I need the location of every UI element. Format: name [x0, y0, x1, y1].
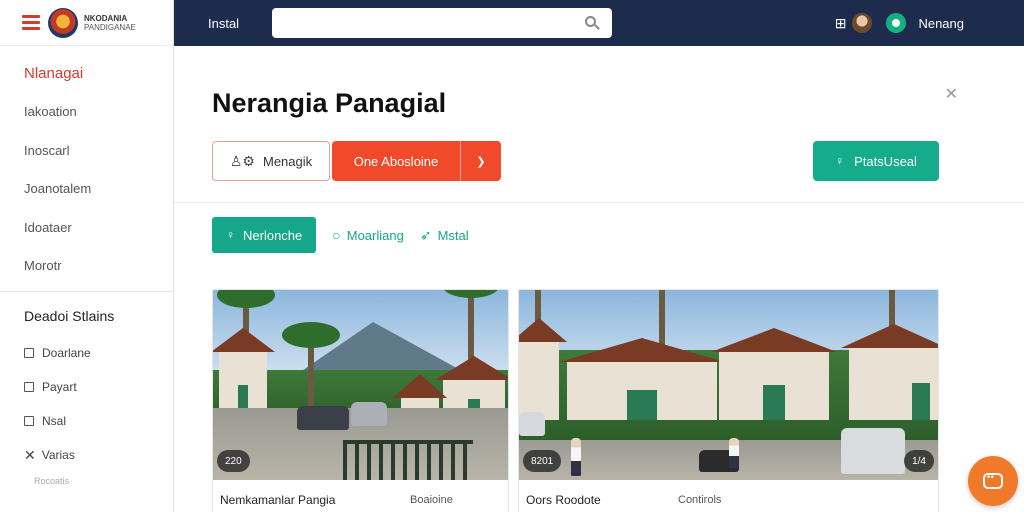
top-header: Instal ⊞ Nenang	[174, 0, 1024, 46]
sidebar-sub-item-label: Payart	[42, 380, 77, 394]
chevron-down-icon[interactable]: ❯	[461, 155, 501, 168]
filter-chip-active[interactable]: ♀ Nerlonche	[212, 217, 317, 253]
sidebar-sub-item-3[interactable]: Nsal	[0, 404, 173, 438]
primary-button-label: One Abosloine	[353, 153, 439, 169]
apps-icon[interactable]: ⊞	[835, 15, 847, 32]
brand-bar: NKODANIA PANDIGANAE	[0, 0, 173, 46]
avatar[interactable]	[852, 13, 873, 33]
x-icon: ✕	[24, 446, 36, 463]
square-icon	[24, 416, 34, 426]
card-footer: Nemkamanlar Pangia Boaioine	[213, 480, 508, 512]
location-icon: ♀	[226, 228, 235, 242]
photo-tag: 8201	[523, 450, 562, 472]
status-icon	[886, 13, 907, 33]
teal-button[interactable]: ♀ PtatsUseal	[813, 141, 939, 181]
close-icon[interactable]: ✕	[945, 84, 958, 104]
page-title: Nerangia Panagial	[212, 88, 447, 118]
sidebar-sub-item-label: Doarlane	[42, 346, 91, 360]
filter-chip-label: Nerlonche	[243, 227, 303, 243]
primary-button[interactable]: One Abosloine ❯	[332, 141, 501, 181]
photo-card-1[interactable]: 220 Nemkamanlar Pangia Boaioine	[212, 289, 509, 512]
header-user-area: ⊞ Nenang	[835, 0, 964, 46]
sidebar: NKODANIA PANDIGANAE Nlanagai Iakoation I…	[0, 0, 174, 512]
users-icon: ♙⚙	[229, 152, 255, 169]
filter-chip-1[interactable]: ○ Moarliang	[332, 227, 404, 243]
filter-bar: ♀ Nerlonche ○ Moarliang ➶ Mstal	[212, 217, 485, 253]
sidebar-footer-text: Rocoatis	[34, 476, 70, 486]
pin-icon: ♀	[835, 154, 845, 168]
sidebar-sub-item-1[interactable]: Doarlane	[0, 336, 173, 370]
main-content: Nerangia Panagial ✕ ♙⚙ Menagik One Abosl…	[174, 46, 1024, 512]
filter-chip-2[interactable]: ➶ Mstal	[420, 227, 469, 244]
brand-name: NKODANIA PANDIGANAE	[84, 13, 136, 32]
sidebar-section-title: Deadoi Stlains	[24, 308, 115, 324]
sidebar-sub-item-label: Varias	[41, 448, 75, 462]
square-icon	[24, 348, 34, 358]
user-name[interactable]: Nenang	[918, 16, 964, 31]
card-meta: Contirols	[678, 494, 722, 506]
filter-chip-label: Moarliang	[346, 227, 404, 243]
sidebar-item-1[interactable]: Nlanagai	[0, 54, 173, 93]
outline-button[interactable]: ♙⚙ Menagik	[212, 141, 330, 181]
card-meta: Boaioine	[410, 494, 453, 506]
sidebar-sub-item-label: Nsal	[42, 414, 67, 428]
pen-icon: ➶	[419, 226, 432, 243]
sidebar-item-2[interactable]: Iakoation	[0, 93, 173, 132]
sidebar-sub-item-2[interactable]: Payart	[0, 370, 173, 404]
filter-chip-label: Mstal	[437, 227, 469, 243]
search-icon[interactable]	[585, 16, 597, 27]
menu-icon[interactable]	[22, 15, 40, 30]
sidebar-item-3[interactable]: Inoscarl	[0, 131, 173, 170]
photo-tag-count: 1/4	[904, 450, 934, 472]
section-divider	[174, 202, 1024, 203]
circle-icon: ○	[332, 227, 341, 243]
outline-button-label: Menagik	[262, 153, 313, 169]
village-photo: 220	[213, 290, 508, 480]
square-icon	[24, 382, 34, 392]
photo-card-2[interactable]: 8201 1/4 Oors Roodote Contirols	[518, 289, 939, 512]
sidebar-sub-item-4[interactable]: ✕ Varias	[0, 438, 173, 472]
search-input[interactable]	[272, 8, 553, 38]
sidebar-item-4[interactable]: Joanotalem	[0, 170, 173, 209]
photo-tag: 220	[217, 450, 250, 472]
card-title: Nemkamanlar Pangia	[220, 493, 336, 507]
teal-button-label: PtatsUseal	[854, 153, 917, 169]
sidebar-divider	[0, 291, 173, 292]
logo-icon	[48, 7, 78, 38]
chat-button[interactable]	[968, 456, 1018, 506]
chat-icon	[983, 472, 1003, 489]
village-photo: 8201 1/4	[519, 290, 938, 480]
sidebar-item-5[interactable]: Idoataer	[0, 208, 173, 247]
card-title: Oors Roodote	[526, 493, 601, 507]
card-footer: Oors Roodote Contirols	[519, 480, 938, 512]
header-label[interactable]: Instal	[208, 16, 239, 31]
sidebar-nav: Nlanagai Iakoation Inoscarl Joanotalem I…	[0, 46, 173, 285]
sidebar-item-6[interactable]: Morotr	[0, 247, 173, 286]
search-bar[interactable]	[272, 8, 613, 38]
